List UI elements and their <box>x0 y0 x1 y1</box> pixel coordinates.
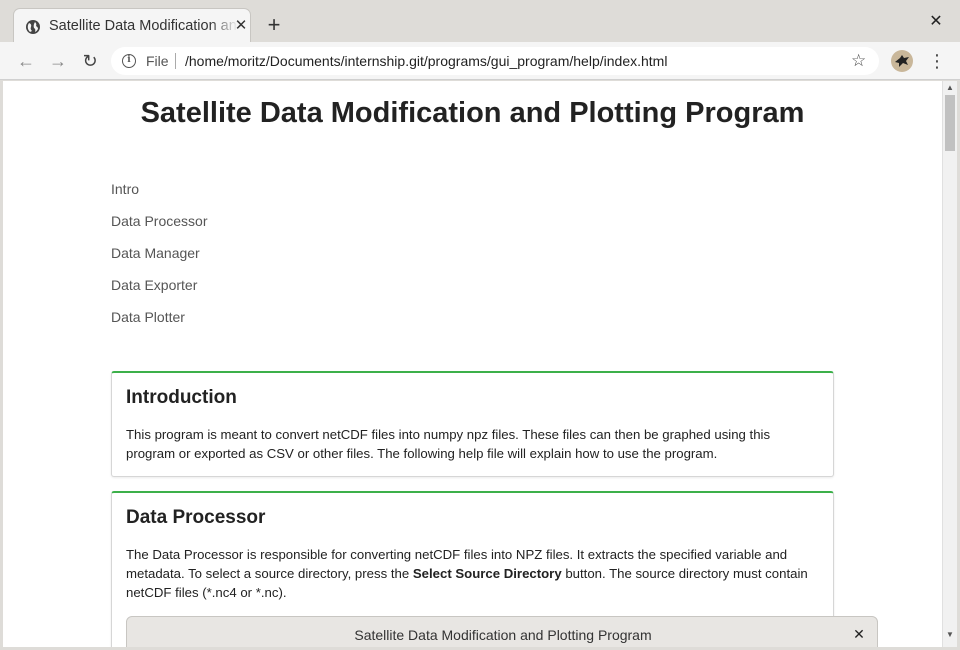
data-processor-heading: Data Processor <box>126 507 266 528</box>
tab-strip: Satellite Data Modification and Plotting… <box>0 0 960 43</box>
bookmark-star-icon[interactable]: ☆ <box>851 51 866 71</box>
tab-title: Satellite Data Modification and Plotting… <box>49 18 237 34</box>
url-text[interactable]: /home/moritz/Documents/internship.git/pr… <box>185 53 667 69</box>
introduction-text: This program is meant to convert netCDF … <box>126 427 771 461</box>
scroll-up-arrow-icon[interactable]: ▲ <box>945 83 955 93</box>
toc-link-data-manager[interactable]: Data Manager <box>111 245 207 277</box>
back-button[interactable]: ← <box>15 50 37 72</box>
window-close-button[interactable]: ✕ <box>926 12 946 32</box>
forward-button[interactable]: → <box>47 50 69 72</box>
url-separator <box>175 53 176 69</box>
introduction-card: Introduction This program is meant to co… <box>111 371 834 477</box>
browser-menu-button[interactable]: ⋮ <box>928 50 946 72</box>
toc-link-data-exporter[interactable]: Data Exporter <box>111 277 207 309</box>
browser-toolbar: ← → ↻ i File /home/moritz/Documents/inte… <box>0 42 960 80</box>
dialog-title: Satellite Data Modification and Plotting… <box>354 627 652 643</box>
reload-button[interactable]: ↻ <box>79 50 101 72</box>
url-scheme: File <box>146 53 169 69</box>
info-icon[interactable]: i <box>122 54 136 68</box>
page-title: Satellite Data Modification and Plotting… <box>140 97 805 129</box>
toc-link-data-processor[interactable]: Data Processor <box>111 213 207 245</box>
toc-link-data-plotter[interactable]: Data Plotter <box>111 309 207 341</box>
page-viewport: Satellite Data Modification and Plotting… <box>3 81 942 647</box>
data-processor-text: The Data Processor is responsible for co… <box>126 545 821 602</box>
avatar-icon <box>895 55 909 67</box>
new-tab-button[interactable]: + <box>263 14 285 37</box>
browser-tab[interactable]: Satellite Data Modification and Plotting… <box>13 8 251 43</box>
scroll-down-arrow-icon[interactable]: ▼ <box>945 630 955 640</box>
program-dialog-window[interactable]: Satellite Data Modification and Plotting… <box>126 616 878 647</box>
dialog-close-icon[interactable]: ✕ <box>851 625 867 643</box>
scrollbar-thumb[interactable] <box>945 95 955 151</box>
select-source-directory-term: Select Source Directory <box>412 566 562 581</box>
globe-icon <box>26 20 40 34</box>
toc-link-intro[interactable]: Intro <box>111 181 207 213</box>
table-of-contents: Intro Data Processor Data Manager Data E… <box>111 181 207 341</box>
tab-close-icon[interactable]: ✕ <box>232 17 250 35</box>
profile-avatar[interactable] <box>891 50 913 72</box>
introduction-heading: Introduction <box>126 387 237 408</box>
address-bar[interactable]: i File /home/moritz/Documents/internship… <box>111 47 879 75</box>
page-scrollbar[interactable]: ▲ ▼ <box>942 81 957 647</box>
